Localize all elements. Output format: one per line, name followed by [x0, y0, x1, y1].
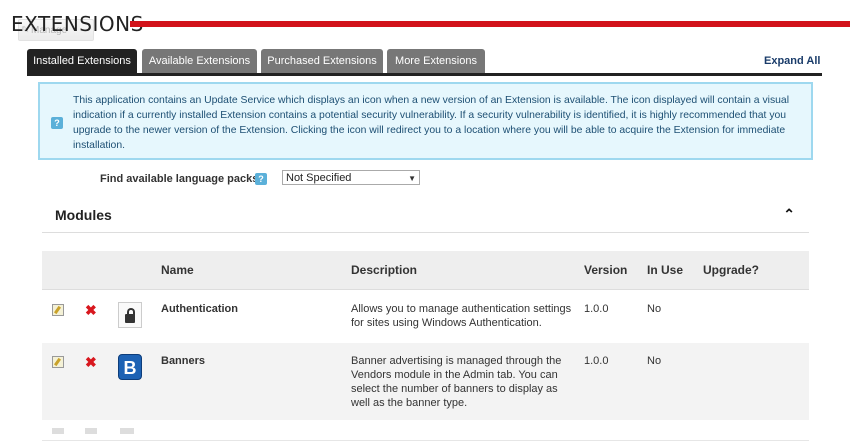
- lock-icon: [118, 302, 142, 328]
- expand-all-link[interactable]: Expand All: [764, 55, 820, 67]
- language-pack-label: Find available language packs:: [100, 173, 262, 185]
- language-pack-row: Find available language packs: ? Not Spe…: [0, 170, 850, 190]
- update-service-info-box: ? This application contains an Update Se…: [38, 82, 813, 160]
- language-pack-selected: Not Specified: [286, 172, 352, 184]
- module-version: 1.0.0: [584, 303, 609, 315]
- tab-purchased-extensions[interactable]: Purchased Extensions: [261, 49, 383, 73]
- module-in-use: No: [647, 303, 662, 315]
- tab-more-extensions[interactable]: More Extensions: [387, 49, 485, 73]
- column-header-description: Description: [351, 263, 418, 277]
- modules-table-header: Name Description Version In Use Upgrade?: [42, 251, 809, 290]
- tab-available-extensions[interactable]: Available Extensions: [142, 49, 257, 73]
- tab-installed-extensions[interactable]: Installed Extensions: [27, 49, 137, 73]
- help-icon: ?: [51, 117, 63, 129]
- column-header-in-use: In Use: [647, 263, 684, 277]
- delete-icon[interactable]: ✖: [85, 355, 97, 369]
- table-row: ✖ Authentication Allows you to manage au…: [42, 290, 809, 344]
- module-name: Authentication: [161, 303, 238, 315]
- module-name: Banners: [161, 355, 206, 367]
- title-accent-bar: [130, 21, 850, 27]
- delete-icon[interactable]: [85, 428, 97, 434]
- module-description: Banner advertising is managed through th…: [351, 355, 562, 409]
- table-row: ✖ B Banners Banner advertising is manage…: [42, 343, 809, 421]
- delete-icon[interactable]: ✖: [85, 303, 97, 317]
- banner-b-icon: B: [118, 354, 142, 380]
- section-title: Modules: [55, 207, 112, 223]
- collapse-chevron-up-icon[interactable]: ⌃: [783, 206, 795, 223]
- page-title: EXTENSIONS: [11, 12, 144, 36]
- edit-icon[interactable]: [52, 356, 64, 368]
- language-pack-select[interactable]: Not Specified ▼: [282, 170, 420, 185]
- modules-section-header: Modules ⌃: [42, 200, 809, 233]
- info-text: This application contains an Update Serv…: [73, 95, 790, 151]
- column-header-upgrade: Upgrade?: [703, 263, 760, 277]
- column-header-version: Version: [584, 263, 628, 277]
- module-version: 1.0.0: [584, 355, 609, 367]
- language-help-icon[interactable]: ?: [255, 173, 267, 185]
- table-row: [42, 420, 809, 441]
- tab-underline: [27, 73, 822, 76]
- module-in-use: No: [647, 355, 662, 367]
- module-icon: [120, 428, 134, 434]
- edit-icon[interactable]: [52, 428, 64, 434]
- edit-icon[interactable]: [52, 304, 64, 316]
- module-description: Allows you to manage authentication sett…: [351, 303, 572, 329]
- column-header-name: Name: [161, 263, 194, 277]
- chevron-down-icon: ▼: [408, 174, 416, 183]
- page-header: ✎ Manage EXTENSIONS: [0, 0, 850, 46]
